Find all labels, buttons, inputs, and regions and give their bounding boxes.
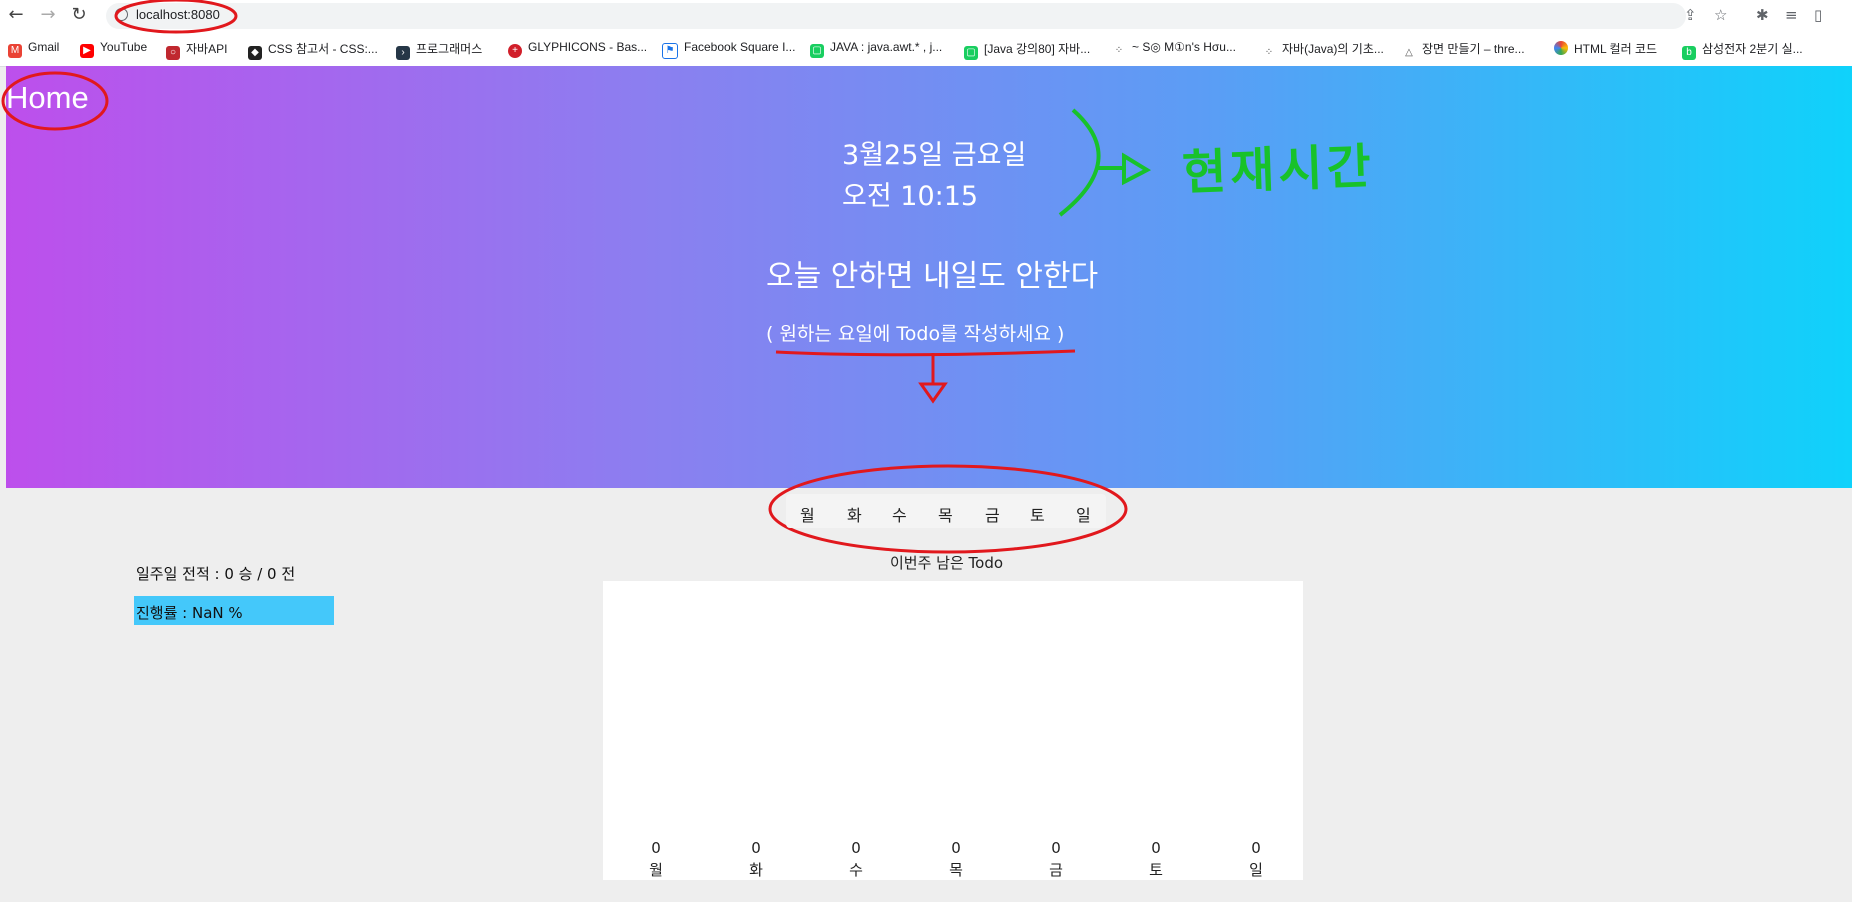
day-tab-tue[interactable]: 화 — [847, 502, 862, 526]
hint-arrowhead — [918, 382, 948, 404]
home-annotation-circle — [1, 71, 109, 131]
chart-category-label: 수 — [849, 861, 863, 879]
chart-value-label: 0 — [1251, 839, 1261, 857]
time-annotation-arrowhead — [1122, 152, 1152, 186]
chart-category-label: 금 — [1049, 861, 1063, 879]
chart-value-label: 0 — [851, 839, 861, 857]
chart-value-label: 0 — [751, 839, 761, 857]
chart-category-label: 토 — [1149, 861, 1163, 879]
progress-label: 진행률 : NaN % — [136, 604, 243, 622]
chart-category-label: 일 — [1249, 861, 1263, 879]
todo-chart: 0 월 0 화 0 수 0 목 0 금 0 토 0 일 — [603, 581, 1303, 880]
chart-value-label: 0 — [1151, 839, 1161, 857]
chart-value-label: 0 — [651, 839, 661, 857]
url-annotation-circle — [114, 0, 238, 34]
day-tab-sun[interactable]: 일 — [1076, 502, 1091, 526]
day-selector: 월 화 수 목 금 토 일 — [786, 494, 1106, 528]
day-tab-mon[interactable]: 월 — [800, 502, 815, 526]
time-annotation-bracket — [1058, 108, 1101, 217]
hint-underline — [775, 349, 1076, 357]
day-tab-thu[interactable]: 목 — [938, 502, 953, 526]
chart-category-label: 월 — [649, 861, 663, 879]
chart-category-label: 화 — [749, 861, 763, 879]
day-tab-fri[interactable]: 금 — [985, 502, 1000, 526]
weekly-record: 일주일 전적 : 0 승 / 0 전 — [136, 565, 296, 583]
day-tab-wed[interactable]: 수 — [892, 502, 907, 526]
chart-value-label: 0 — [951, 839, 961, 857]
day-tab-sat[interactable]: 토 — [1030, 502, 1045, 526]
chart-value-label: 0 — [1051, 839, 1061, 857]
chart-category-label: 목 — [949, 861, 963, 879]
chart-title: 이번주 남은 Todo — [890, 554, 1004, 572]
